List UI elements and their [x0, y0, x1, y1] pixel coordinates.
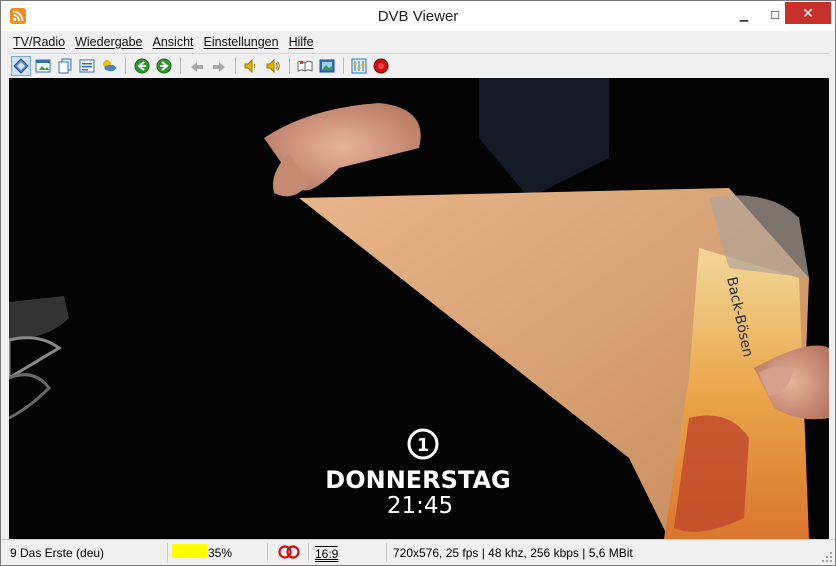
- zoom-in-icon[interactable]: [209, 56, 229, 76]
- menu-wiedergabe[interactable]: Wiedergabe: [71, 35, 148, 49]
- toolbar-separator: [343, 58, 344, 74]
- teletext-icon[interactable]: [77, 56, 97, 76]
- app-window: DVB Viewer ▁ ☐ ✕ TV/Radio Wiedergabe Ans…: [0, 0, 836, 566]
- stream-info: 720x576, 25 fps | 48 khz, 256 kbps | 5,6…: [393, 546, 633, 560]
- signal-percent: 35%: [208, 546, 233, 560]
- forward-icon[interactable]: [154, 56, 174, 76]
- program-time: 21:45: [387, 493, 453, 519]
- maximize-icon: ☐: [770, 9, 780, 22]
- status-divider: [386, 543, 387, 562]
- window-title: DVB Viewer: [377, 8, 459, 25]
- resize-grip-icon[interactable]: [821, 551, 833, 563]
- toolbar-separator: [235, 58, 236, 74]
- close-button[interactable]: ✕: [785, 2, 831, 24]
- toolbar-separator: [125, 58, 126, 74]
- volume-down-icon[interactable]: [241, 56, 261, 76]
- video-frame-image: Back-Bösen 1 DONNERSTAG 21:45: [9, 78, 829, 539]
- record-icon[interactable]: [371, 56, 391, 76]
- status-divider: [267, 543, 268, 562]
- program-day: DONNERSTAG: [325, 466, 510, 494]
- copy-icon[interactable]: [55, 56, 75, 76]
- menu-einstellungen[interactable]: Einstellungen: [200, 35, 285, 49]
- menu-hilfe[interactable]: Hilfe: [285, 35, 320, 49]
- status-divider: [308, 543, 309, 562]
- status-bar: 9 Das Erste (deu) 35% 16:9 720x576, 25 f…: [1, 539, 835, 565]
- menu-bar: TV/Radio Wiedergabe Ansicht Einstellunge…: [9, 32, 829, 51]
- dolby-icon: [278, 545, 300, 563]
- channel-name: 9 Das Erste (deu): [10, 546, 105, 560]
- toolbar: [9, 53, 829, 77]
- settings-icon[interactable]: [349, 56, 369, 76]
- toolbar-separator: [289, 58, 290, 74]
- video-display[interactable]: Back-Bösen 1 DONNERSTAG 21:45: [9, 78, 829, 539]
- title-bar[interactable]: DVB Viewer ▁ ☐ ✕: [1, 1, 835, 31]
- volume-up-icon[interactable]: [263, 56, 283, 76]
- window-mode-icon[interactable]: [33, 56, 53, 76]
- signal-strength-bar: [172, 544, 207, 558]
- osd-icon[interactable]: [11, 56, 31, 76]
- close-icon: ✕: [802, 4, 814, 21]
- menu-tv-radio[interactable]: TV/Radio: [9, 35, 71, 49]
- book-icon[interactable]: [295, 56, 315, 76]
- status-divider: [167, 543, 168, 562]
- zoom-out-icon[interactable]: [187, 56, 207, 76]
- picture-icon[interactable]: [317, 56, 337, 76]
- menu-ansicht[interactable]: Ansicht: [149, 35, 200, 49]
- back-icon[interactable]: [132, 56, 152, 76]
- epg-icon[interactable]: [99, 56, 119, 76]
- toolbar-separator: [180, 58, 181, 74]
- logo-text: 1: [417, 435, 430, 456]
- aspect-ratio: 16:9: [315, 546, 339, 564]
- minimize-icon: ▁: [739, 9, 749, 22]
